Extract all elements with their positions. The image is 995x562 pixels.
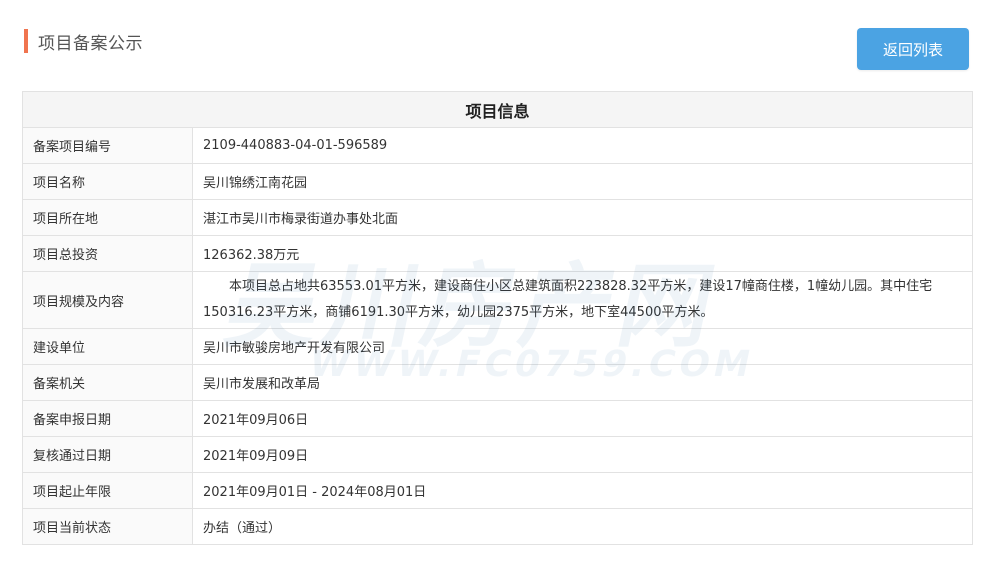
- table-row: 项目当前状态 办结（通过）: [22, 508, 974, 545]
- row-value: 本项目总占地共63553.01平方米，建设商住小区总建筑面积223828.32平…: [191, 271, 974, 329]
- row-value: 吴川锦绣江南花园: [191, 163, 974, 200]
- table-row: 备案项目编号 2109-440883-04-01-596589: [22, 127, 974, 164]
- table-row: 备案申报日期 2021年09月06日: [22, 400, 974, 437]
- row-value: 2021年09月01日 - 2024年08月01日: [191, 472, 974, 509]
- row-value: 2109-440883-04-01-596589: [191, 127, 974, 164]
- row-label: 项目名称: [22, 163, 193, 200]
- page-title: 项目备案公示: [38, 33, 143, 54]
- table-row: 备案机关 吴川市发展和改革局: [22, 364, 974, 401]
- table-row: 项目名称 吴川锦绣江南花园: [22, 163, 974, 200]
- row-value: 126362.38万元: [191, 235, 974, 272]
- row-label: 备案机关: [22, 364, 193, 401]
- project-scope-text: 本项目总占地共63553.01平方米，建设商住小区总建筑面积223828.32平…: [203, 279, 933, 320]
- table-heading: 项目信息: [21, 91, 974, 128]
- row-value: 吴川市敏骏房地产开发有限公司: [191, 328, 974, 365]
- row-label: 复核通过日期: [22, 436, 193, 473]
- title-accent-bar: [24, 29, 28, 53]
- row-label: 建设单位: [22, 328, 193, 365]
- row-label: 项目总投资: [22, 235, 193, 272]
- row-label: 备案申报日期: [22, 400, 193, 437]
- row-label: 项目起止年限: [22, 472, 193, 509]
- row-value: 2021年09月06日: [191, 400, 974, 437]
- table-row: 项目总投资 126362.38万元: [22, 235, 974, 272]
- row-value: 湛江市吴川市梅录街道办事处北面: [191, 199, 974, 236]
- page-header: 项目备案公示: [24, 28, 143, 54]
- table-row: 项目所在地 湛江市吴川市梅录街道办事处北面: [22, 199, 974, 236]
- row-label: 项目所在地: [22, 199, 193, 236]
- row-value: 吴川市发展和改革局: [191, 364, 974, 401]
- row-label: 项目当前状态: [22, 508, 193, 545]
- back-to-list-button[interactable]: 返回列表: [857, 28, 969, 70]
- table-row: 建设单位 吴川市敏骏房地产开发有限公司: [22, 328, 974, 365]
- row-label: 备案项目编号: [22, 127, 193, 164]
- project-info-table: 项目信息 备案项目编号 2109-440883-04-01-596589 项目名…: [21, 91, 974, 545]
- table-row: 复核通过日期 2021年09月09日: [22, 436, 974, 473]
- row-label: 项目规模及内容: [22, 271, 193, 329]
- row-value: 2021年09月09日: [191, 436, 974, 473]
- table-row: 项目规模及内容 本项目总占地共63553.01平方米，建设商住小区总建筑面积22…: [22, 271, 974, 329]
- row-value: 办结（通过）: [191, 508, 974, 545]
- table-row: 项目起止年限 2021年09月01日 - 2024年08月01日: [22, 472, 974, 509]
- table-heading-row: 项目信息: [21, 91, 974, 128]
